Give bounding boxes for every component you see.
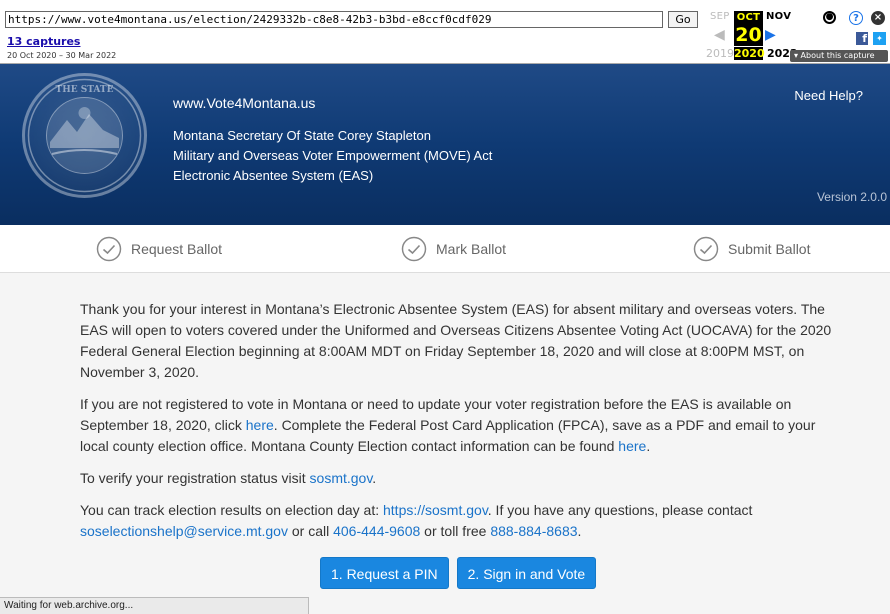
month-next-link[interactable]: NOV <box>766 11 791 22</box>
step-label: Submit Ballot <box>728 241 811 257</box>
results-link[interactable]: https://sosmt.gov <box>383 502 488 518</box>
site-name: www.Vote4Montana.us <box>173 95 316 111</box>
check-circle-icon <box>96 236 122 262</box>
check-circle-icon <box>693 236 719 262</box>
county-contact-here-link[interactable]: here <box>618 438 646 454</box>
step-label: Request Ballot <box>131 241 223 257</box>
main-content: Thank you for your interest in Montana’s… <box>80 299 840 553</box>
phone-link[interactable]: 406-444-9608 <box>333 523 420 539</box>
month-current: OCT <box>734 11 763 24</box>
site-header: THE STATE www.Vote4Montana.us Montana Se… <box>0 64 890 225</box>
twitter-icon[interactable]: ✦ <box>873 32 886 45</box>
captures-link[interactable]: 13 captures <box>7 35 80 48</box>
step-submit-ballot: Submit Ballot <box>693 236 810 262</box>
sosmt-link[interactable]: sosmt.gov <box>310 470 373 486</box>
header-line-1: Montana Secretary Of State Corey Staplet… <box>173 128 431 143</box>
next-capture-arrow-icon[interactable]: ▶ <box>765 27 776 43</box>
help-icon[interactable]: ? <box>849 11 863 25</box>
step-label: Mark Ballot <box>436 241 507 257</box>
browser-status-bar: Waiting for web.archive.org... <box>0 597 309 614</box>
facebook-icon[interactable]: f <box>856 32 868 45</box>
month-prev-link[interactable]: SEP <box>710 11 730 22</box>
step-request-ballot: Request Ballot <box>96 236 222 262</box>
user-icon[interactable]: ● <box>823 11 836 24</box>
close-icon[interactable]: × <box>871 11 885 25</box>
wayback-toolbar: https://www.vote4montana.us/election/242… <box>0 0 890 64</box>
email-link[interactable]: soselectionshelp@service.mt.gov <box>80 523 288 539</box>
day-current: 20 <box>734 24 763 46</box>
wayback-go-button[interactable]: Go <box>668 11 698 28</box>
header-line-3: Electronic Absentee System (EAS) <box>173 168 374 183</box>
check-circle-icon <box>401 236 427 262</box>
step-mark-ballot: Mark Ballot <box>401 236 506 262</box>
action-buttons: 1. Request a PIN 2. Sign in and Vote <box>320 557 597 589</box>
year-current: 2020 <box>734 47 765 60</box>
wayback-url-input[interactable]: https://www.vote4montana.us/election/242… <box>5 11 663 28</box>
toll-free-link[interactable]: 888-884-8683 <box>490 523 577 539</box>
capture-date-range: 20 Oct 2020 – 30 Mar 2022 <box>7 51 117 60</box>
prev-capture-arrow-icon[interactable]: ◀ <box>714 27 725 43</box>
sign-in-vote-button[interactable]: 2. Sign in and Vote <box>456 557 597 589</box>
version-label: Version 2.0.0 <box>816 190 887 204</box>
year-prev-link[interactable]: 2019 <box>706 47 734 60</box>
verify-paragraph: To verify your registration status visit… <box>80 470 377 486</box>
fpca-here-link[interactable]: here <box>246 417 274 433</box>
header-line-2: Military and Overseas Voter Empowerment … <box>173 148 493 163</box>
svg-text:THE STATE: THE STATE <box>56 85 114 95</box>
results-paragraph: You can track election results on electi… <box>80 502 753 539</box>
about-capture-button[interactable]: ▾ About this capture <box>790 50 888 62</box>
request-pin-button[interactable]: 1. Request a PIN <box>320 557 449 589</box>
state-seal-icon: THE STATE <box>22 73 147 198</box>
registration-paragraph: If you are not registered to vote in Mon… <box>80 396 816 454</box>
steps-bar: Request Ballot Mark Ballot Submit Ballot <box>0 225 890 273</box>
need-help-link[interactable]: Need Help? <box>794 88 863 103</box>
intro-paragraph: Thank you for your interest in Montana’s… <box>80 301 832 380</box>
